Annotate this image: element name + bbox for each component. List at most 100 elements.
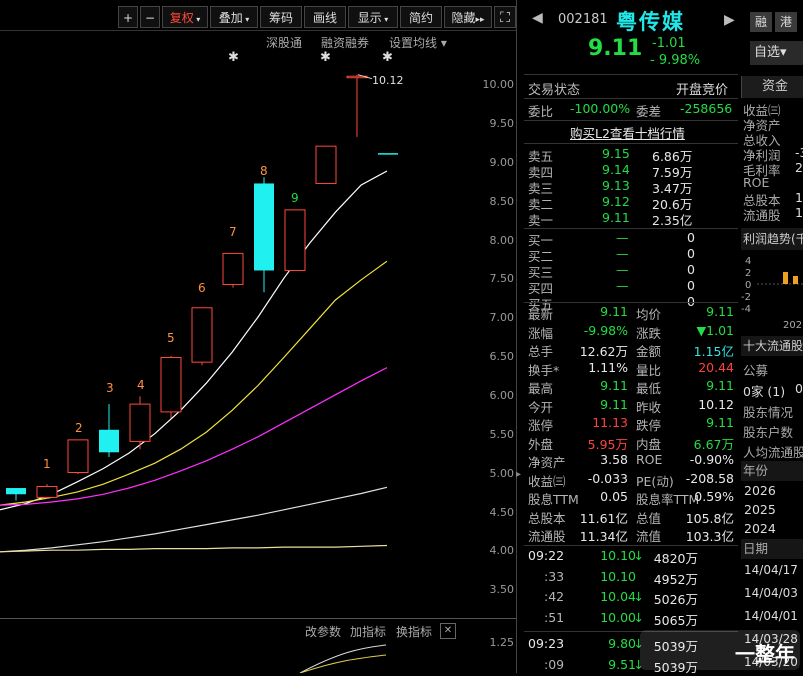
change-params-link[interactable]: 改参数 <box>305 623 341 640</box>
quote-row: 换手* 1.11% 量比 20.44 <box>524 360 738 378</box>
candle-body <box>222 252 244 285</box>
y-tick: 3.50 <box>489 583 515 596</box>
candle[interactable] <box>129 396 151 450</box>
quote-label: 昨收 <box>636 399 662 415</box>
profit-trend-header[interactable]: 利润趋势(千 <box>741 228 803 250</box>
y-tick: 6.50 <box>489 350 515 363</box>
quote-label: 流值 <box>636 529 662 544</box>
event-star-icon[interactable]: ✱ <box>382 50 393 65</box>
fuquan-label: 复权 <box>169 11 194 25</box>
candle[interactable] <box>254 177 274 293</box>
double-chevron-right-icon: ▸▸ <box>475 15 485 25</box>
zoom-out-button[interactable]: − <box>140 6 160 28</box>
stock-name: 粤传媒 <box>616 10 685 34</box>
candle[interactable] <box>6 488 26 501</box>
wc-label: 委差 <box>636 104 662 119</box>
quote-value: -0.033 <box>587 470 628 486</box>
margin-tag[interactable]: 融 <box>750 12 772 32</box>
stock-code: 002181 <box>558 12 608 27</box>
candle-body <box>378 153 398 155</box>
candle[interactable] <box>191 307 213 366</box>
quote-row: 股息TTM 0.05 股息率TTM 0.59% <box>524 489 738 507</box>
bid-price: — <box>616 278 629 293</box>
hide-button[interactable]: 隐藏▸▸ <box>444 6 492 28</box>
tick-time: :09 <box>544 656 565 672</box>
candle[interactable] <box>36 484 58 499</box>
fundamental-value: -3 <box>795 145 803 160</box>
hk-tag[interactable]: 港 <box>775 12 797 32</box>
quote-label: 最高 <box>528 381 554 396</box>
fundamental-value: 1 <box>795 205 803 220</box>
down-arrow-icon: ↓ <box>633 548 644 563</box>
candle[interactable] <box>99 404 119 457</box>
candle[interactable] <box>222 252 244 288</box>
holder-count: 0家 (1) <box>743 384 786 399</box>
draw-line-button[interactable]: 画线 <box>304 6 346 28</box>
candle[interactable] <box>67 439 89 475</box>
year-header: 年份 <box>741 461 803 481</box>
wb-value: -100.00% <box>570 101 631 116</box>
candle-body <box>36 485 58 498</box>
candle[interactable] <box>346 74 368 137</box>
display-dropdown[interactable]: 显示 ▾ <box>348 6 398 28</box>
divider <box>524 545 738 546</box>
candle[interactable] <box>160 355 182 419</box>
fundamental-label: 流通股 <box>743 208 781 223</box>
event-star-icon[interactable]: ✱ <box>228 50 239 65</box>
quote-row: 最高 9.11 最低 9.11 <box>524 378 738 396</box>
tick-price: 9.51 <box>608 656 636 672</box>
brief-button[interactable]: 简约 <box>400 6 442 28</box>
divider <box>524 74 738 75</box>
fuquan-dropdown[interactable]: 复权 ▾ <box>162 6 208 28</box>
day-label: 1 <box>43 457 51 471</box>
ask-row: 卖一 9.11 2.35亿 <box>524 210 738 228</box>
day-label: 4 <box>137 378 145 392</box>
trade-status-value: 开盘竞价 <box>676 83 729 98</box>
collapse-handle-icon[interactable]: ▸ <box>516 465 524 485</box>
bid-volume: 0 <box>687 262 695 277</box>
add-indicator-link[interactable]: 加指标 <box>350 623 386 640</box>
quote-value: 3.58 <box>600 452 628 467</box>
quote-value: 105.8亿 <box>685 510 734 526</box>
candle[interactable] <box>315 145 337 184</box>
close-icon[interactable]: ✕ <box>440 623 456 639</box>
switch-indicator-link[interactable]: 换指标 <box>396 623 432 640</box>
candle-body <box>99 429 119 453</box>
trend-tick: 0 <box>745 280 751 291</box>
y-tick: 10.00 <box>482 78 515 91</box>
candle-body <box>315 145 337 184</box>
bid-price: — <box>616 246 629 261</box>
ask-price: 9.15 <box>602 146 630 161</box>
date-cell: 14/04/17 <box>744 563 798 577</box>
wb-label: 委比 <box>528 104 554 119</box>
ask-volume: 2.35亿 <box>652 213 693 228</box>
zoom-in-button[interactable]: + <box>118 6 138 28</box>
wc-value: -258656 <box>680 101 733 116</box>
quote-row: 总股本 11.61亿 总值 105.8亿 <box>524 508 738 526</box>
candlestick-chart[interactable] <box>0 40 470 610</box>
tab-funds[interactable]: 资金 <box>741 76 803 98</box>
chevron-down-icon: ▾ <box>242 15 250 24</box>
per-capita-label: 人均流通股 <box>743 445 803 460</box>
top-holders-header[interactable]: 十大流通股 <box>741 336 803 356</box>
fundamental-value: 1 <box>795 190 803 205</box>
watchlist-button[interactable]: 自选▾ <box>750 41 803 65</box>
overlay-dropdown[interactable]: 叠加 ▾ <box>210 6 258 28</box>
y-tick: 6.00 <box>489 389 515 402</box>
candle[interactable] <box>378 153 398 155</box>
quote-value: 0.05 <box>600 489 628 504</box>
ma-line <box>0 367 388 506</box>
next-stock-icon[interactable]: ▶ <box>724 12 735 28</box>
day-label: 5 <box>167 331 175 345</box>
quote-value: -9.98% <box>583 322 628 338</box>
fundamental-value: 2 <box>795 160 803 175</box>
candle[interactable] <box>284 209 306 271</box>
quote-label: 最新 <box>528 307 554 322</box>
fullscreen-icon[interactable]: ⛶ <box>494 6 516 28</box>
buy-l2-link[interactable]: 购买L2查看十档行情 <box>570 123 685 142</box>
prev-stock-icon[interactable]: ◀ <box>532 10 543 26</box>
quote-value: 12.62万 <box>579 344 628 359</box>
chips-button[interactable]: 筹码 <box>260 6 302 28</box>
tick-price: 10.00 <box>600 609 636 625</box>
event-star-icon[interactable]: ✱ <box>320 50 331 65</box>
